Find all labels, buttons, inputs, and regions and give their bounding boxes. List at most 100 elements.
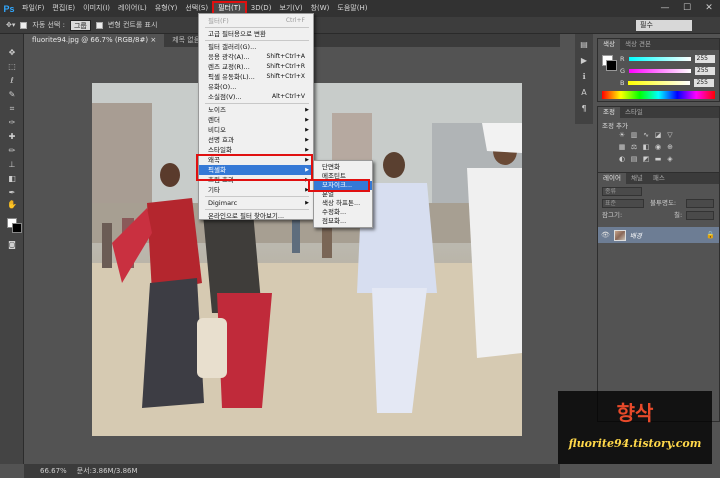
actions-icon[interactable]: ▶ <box>579 56 589 66</box>
filter-menu-item[interactable]: 렌더 ▶ <box>199 115 313 125</box>
filter-menu-item[interactable]: 필터 갤러리(G)... <box>199 42 313 52</box>
menu-separator <box>205 209 309 210</box>
quick-select-icon[interactable]: ✎ <box>6 90 18 100</box>
filter-menu-item[interactable]: 픽셀 유동화(L)... Shift+Ctrl+X <box>199 72 313 82</box>
filter-menu-item[interactable]: 선명 효과 ▶ <box>199 135 313 145</box>
tab-layers[interactable]: 레이어 <box>598 173 626 184</box>
menu-edit[interactable]: 편집(E) <box>48 0 79 17</box>
marquee-icon[interactable]: ⬚ <box>6 62 18 72</box>
annotation-red-box-pixelate <box>196 154 313 181</box>
filter-menu-shortcut: Shift+Ctrl+X <box>266 73 305 80</box>
paragraph-icon[interactable]: ¶ <box>579 104 589 114</box>
eyedropper-icon[interactable]: ✑ <box>6 118 18 128</box>
filter-menu-item[interactable]: 온라인으로 필터 찾아보기... <box>199 211 313 221</box>
adjustments-panel: 조정 스타일 조정 추가 ☀ ▥ ∿ ◪ ▽ ▦ ⚖ ◧ ◉ ⊕ ◐ ▤ ◩ ▬… <box>597 106 720 174</box>
pen-icon[interactable]: ✒ <box>6 188 18 198</box>
tab-color[interactable]: 색상 <box>598 39 620 50</box>
tab-adjustments[interactable]: 조정 <box>598 107 620 118</box>
tab-swatches[interactable]: 색상 견본 <box>620 39 656 50</box>
black-white-icon[interactable]: ◧ <box>642 143 650 151</box>
photo-filter-icon[interactable]: ◉ <box>654 143 662 151</box>
tab-channels[interactable]: 채널 <box>626 173 648 184</box>
close-button[interactable]: ✕ <box>698 0 720 17</box>
stamp-icon[interactable]: ⊥ <box>6 160 18 170</box>
gradient-map-icon[interactable]: ▬ <box>654 155 662 163</box>
filter-menu-item[interactable]: 기타 ▶ <box>199 185 313 195</box>
menu-type[interactable]: 유형(Y) <box>151 0 182 17</box>
background-color-swatch[interactable] <box>12 223 22 233</box>
fill-field[interactable] <box>686 211 714 220</box>
history-icon[interactable]: ▤ <box>579 40 589 50</box>
healing-brush-icon[interactable]: ✚ <box>6 132 18 142</box>
move-tool-icon[interactable]: ✥▾ <box>6 21 15 29</box>
filter-menu-item[interactable]: 고급 필터용으로 변환 <box>199 29 313 39</box>
filter-menu-item[interactable]: 렌즈 교정(R)... Shift+Ctrl+R <box>199 62 313 72</box>
submenu-arrow-icon: ▶ <box>305 200 309 206</box>
filter-menu-item[interactable]: 유화(O)... <box>199 82 313 92</box>
menu-image[interactable]: 이미지(I) <box>79 0 114 17</box>
eye-icon[interactable]: 👁 <box>601 231 610 239</box>
hand-icon[interactable]: ✋ <box>6 200 18 210</box>
invert-icon[interactable]: ◐ <box>618 155 626 163</box>
character-icon[interactable]: A <box>579 88 589 98</box>
filter-menu-item[interactable]: 비디오 ▶ <box>199 125 313 135</box>
curves-icon[interactable]: ∿ <box>642 131 650 139</box>
hue-saturation-icon[interactable]: ▦ <box>618 143 626 151</box>
filter-menu-shortcut: Alt+Ctrl+V <box>272 93 305 100</box>
panel-background-swatch[interactable] <box>606 60 617 71</box>
tab-styles[interactable]: 스타일 <box>620 107 648 118</box>
blend-mode-dropdown[interactable]: 표준 <box>602 199 644 208</box>
green-label: G <box>620 67 626 75</box>
menu-layer[interactable]: 레이어(L) <box>114 0 151 17</box>
blue-slider[interactable] <box>628 81 691 85</box>
filter-menu-item[interactable]: 필터(F) Ctrl+F <box>199 16 313 26</box>
auto-select-label: 자동 선택 : <box>32 21 65 29</box>
crop-icon[interactable]: ⌗ <box>6 104 18 114</box>
menu-help[interactable]: 도움말(H) <box>333 0 371 17</box>
eraser-icon[interactable]: ◧ <box>6 174 18 184</box>
red-value[interactable]: 255 <box>694 55 715 63</box>
minimize-button[interactable]: — <box>654 0 676 17</box>
threshold-icon[interactable]: ◩ <box>642 155 650 163</box>
red-slider[interactable] <box>628 57 691 61</box>
selective-color-icon[interactable]: ◈ <box>666 155 674 163</box>
brightness-icon[interactable]: ☀ <box>618 131 626 139</box>
workspace-dropdown[interactable]: 필수 <box>636 20 692 31</box>
layer-kind-filter[interactable]: 종류 <box>602 187 642 196</box>
tab-paths[interactable]: 패스 <box>648 173 670 184</box>
pixelate-menu-item[interactable]: 색상 하프톤... <box>314 199 372 208</box>
color-balance-icon[interactable]: ⚖ <box>630 143 638 151</box>
transform-controls-checkbox[interactable] <box>95 21 103 29</box>
tab-fluorite94[interactable]: fluorite94.jpg @ 66.7% (RGB/8#) × <box>24 34 165 47</box>
layer-name[interactable]: 배경 <box>630 230 642 240</box>
zoom-level[interactable]: 66.67% <box>40 467 67 475</box>
filter-menu-shortcut: Shift+Ctrl+R <box>266 63 305 70</box>
levels-icon[interactable]: ▥ <box>630 131 638 139</box>
brush-icon[interactable]: ✏ <box>6 146 18 156</box>
blue-value[interactable]: 255 <box>694 79 715 87</box>
auto-select-dropdown[interactable]: 그룹 <box>69 19 91 31</box>
quick-mask-icon[interactable]: ◙ <box>6 240 18 250</box>
green-slider[interactable] <box>629 69 692 73</box>
vibrance-icon[interactable]: ▽ <box>666 131 674 139</box>
menu-file[interactable]: 파일(F) <box>18 0 48 17</box>
layer-row-background[interactable]: 👁 배경 🔒 <box>598 227 719 243</box>
pixelate-menu-item[interactable]: 점묘화... <box>314 217 372 226</box>
opacity-field[interactable] <box>686 199 714 208</box>
lasso-icon[interactable]: ℓ <box>6 76 18 86</box>
filter-menu-item[interactable]: 노이즈 ▶ <box>199 105 313 115</box>
auto-select-checkbox[interactable] <box>20 21 28 29</box>
pixelate-menu-item[interactable]: 수정화... <box>314 208 372 217</box>
channel-mixer-icon[interactable]: ⊕ <box>666 143 674 151</box>
green-value[interactable]: 255 <box>695 67 716 75</box>
exposure-icon[interactable]: ◪ <box>654 131 662 139</box>
maximize-button[interactable]: ☐ <box>676 0 698 17</box>
color-spectrum-bar[interactable] <box>602 91 715 99</box>
pixelate-menu-item[interactable]: 단면화 <box>314 163 372 172</box>
filter-menu-item[interactable]: 소실점(V)... Alt+Ctrl+V <box>199 92 313 102</box>
properties-icon[interactable]: ℹ <box>579 72 589 82</box>
move-icon[interactable]: ✥ <box>6 48 18 58</box>
filter-menu-item[interactable]: 응용 광각(A)... Shift+Ctrl+A <box>199 52 313 62</box>
filter-menu-item[interactable]: Digimarc ▶ <box>199 198 313 208</box>
posterize-icon[interactable]: ▤ <box>630 155 638 163</box>
